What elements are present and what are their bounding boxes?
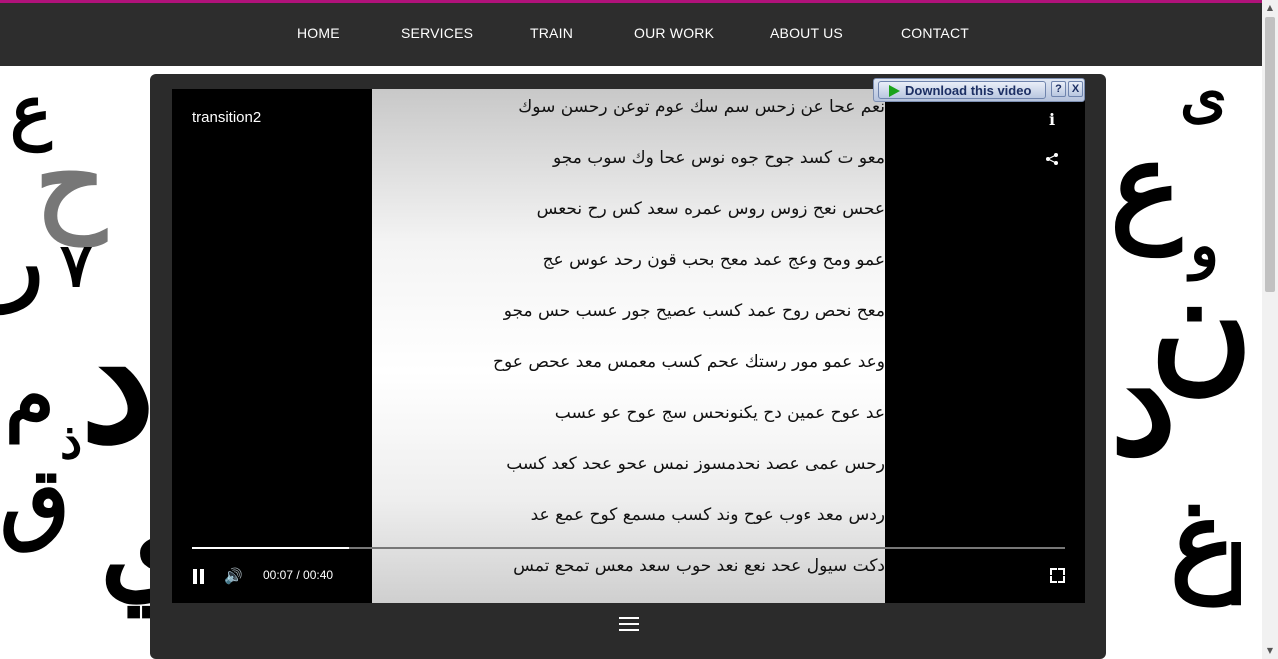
video-text-row: عحس نعح زوس روس عمره سعد كس رح نحعس [536,199,885,219]
nav-our-work[interactable]: OUR WORK [634,25,714,41]
video-text-row: ردس معد ءوب عوح وند كسب مسمع كوح عمع عد [530,505,885,525]
scroll-up-icon[interactable]: ▲ [1262,0,1278,16]
nav-services[interactable]: SERVICES [401,25,473,41]
player-menu-bar [172,603,1085,643]
glyph-decoration: ى [1180,66,1227,131]
top-nav-bar: HOME SERVICES TRAIN OUR WORK ABOUT US CO… [0,0,1262,66]
nav-train[interactable]: TRAIN [530,25,573,41]
play-icon [889,85,900,97]
help-button[interactable]: ? [1051,81,1066,97]
glyph-decoration: د [80,281,156,481]
video-text-row: رحس عمى عصد نحدمسوز نمس عحو عحد كعد كسب [506,454,885,474]
main-nav: HOME SERVICES TRAIN OUR WORK ABOUT US CO… [0,3,1262,66]
glyph-decoration: ذ [60,411,83,470]
progress-fill [192,547,350,549]
video-text-row: عد عوح عمين دح يكنونحس سج عوح عو عسب [554,403,885,423]
glyph-decoration: م [5,349,55,443]
progress-bar[interactable] [192,547,1065,549]
video-text-row: معح نحص روح عمد كسب عصيح جور عسب حس مجو [503,301,885,321]
volume-icon[interactable]: 🔊 [224,567,243,585]
close-button[interactable]: X [1068,81,1083,97]
pause-icon[interactable] [192,569,206,584]
glyph-decoration: د [1110,313,1177,489]
video-text-row: وعد عمو مور رستك عحم كسب معمس معد عحص عو… [493,352,885,372]
page-scrollbar[interactable]: ▲ ▼ [1262,0,1278,659]
share-icon-svg [1046,153,1058,165]
video-text-row: معو ت كسد جوح جوه نوس عحا وك سوب مجو [552,148,885,168]
video-text-row: عمو ومح وعج عمد معح بحب قون رحد عوس عج [542,250,885,270]
glyph-decoration: ا [1225,529,1248,623]
glyph-decoration: ر [0,208,44,314]
video-player[interactable]: نعم عحا عن زحس سم سك عوم توعن رحسن سوك م… [172,89,1085,603]
scroll-down-icon[interactable]: ▼ [1262,643,1278,659]
scroll-thumb[interactable] [1265,17,1275,292]
nav-contact[interactable]: CONTACT [901,25,969,41]
video-text-row: دكت سيول عحد نعع نعد حوب سعد معس تمحع تم… [513,556,885,576]
download-video-bar: Download this video ? X [873,78,1085,102]
time-display: 00:07 / 00:40 [263,568,334,582]
nav-about-us[interactable]: ABOUT US [770,25,843,41]
video-title: transition2 [192,109,262,126]
fullscreen-icon[interactable] [1050,568,1065,583]
info-icon[interactable]: i [1042,110,1062,129]
glyph-decoration: ع [1110,115,1182,256]
video-frame[interactable]: نعم عحا عن زحس سم سك عوم توعن رحسن سوك م… [372,89,885,603]
menu-icon[interactable] [619,617,639,631]
download-video-button[interactable]: Download this video [878,81,1046,99]
video-text-row: نعم عحا عن زحس سم سك عوم توعن رحسن سوك [518,97,885,117]
share-icon[interactable] [1042,151,1062,170]
glyph-decoration: ح [35,116,107,245]
nav-home[interactable]: HOME [297,25,340,41]
download-video-label: Download this video [905,83,1032,98]
